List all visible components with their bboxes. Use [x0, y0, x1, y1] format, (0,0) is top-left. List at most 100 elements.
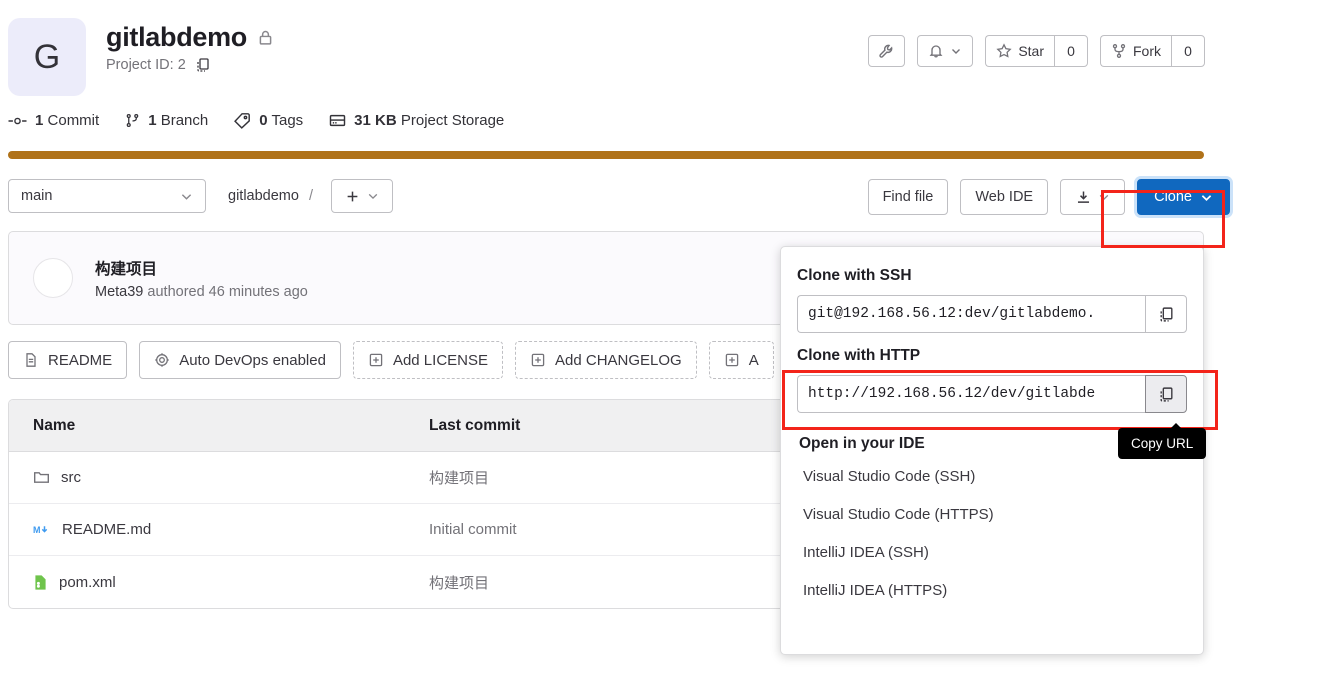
http-url-input[interactable]: http://192.168.56.12/dev/gitlabde — [797, 375, 1145, 413]
stat-storage[interactable]: 31 KB Project Storage — [329, 112, 504, 129]
ide-option-intellij-https[interactable]: IntelliJ IDEA (HTTPS) — [797, 571, 1187, 609]
file-name-cell[interactable]: M README.md — [9, 521, 429, 538]
file-name-cell[interactable]: src — [9, 469, 429, 486]
commit-authored-time: authored 46 minutes ago — [147, 283, 308, 300]
star-label: Star — [1018, 43, 1044, 59]
file-name: pom.xml — [59, 573, 116, 591]
copy-ssh-url-button[interactable] — [1145, 295, 1187, 333]
chevron-down-icon — [367, 190, 379, 202]
copy-url-tooltip: Copy URL — [1118, 423, 1207, 459]
lock-icon — [257, 29, 274, 46]
chevron-down-icon — [950, 45, 962, 57]
chip-auto-devops[interactable]: Auto DevOps enabled — [139, 341, 341, 379]
stat-branches-label: Branch — [160, 112, 209, 129]
repository-toolbar: main gitlabdemo / Find file Web IDE Clon… — [0, 159, 1337, 215]
file-icon — [23, 352, 39, 368]
commit-author[interactable]: Meta39 — [95, 284, 143, 300]
fork-count[interactable]: 0 — [1171, 35, 1205, 67]
chip-add-license[interactable]: Add LICENSE — [352, 341, 503, 379]
file-name-cell[interactable]: pom.xml — [9, 574, 429, 591]
project-avatar: G — [8, 18, 86, 96]
breadcrumb-separator: / — [308, 188, 313, 204]
stat-tags[interactable]: 0 Tags — [234, 112, 303, 129]
chip-readme[interactable]: README — [8, 341, 128, 379]
stat-storage-label: Project Storage — [400, 112, 505, 129]
page-title: gitlabdemo — [106, 22, 248, 52]
tag-icon — [234, 112, 251, 129]
ide-option-vscode-ssh[interactable]: Visual Studio Code (SSH) — [797, 457, 1187, 495]
gitlab-project-page: G gitlabdemo Project ID: 2 Star 0 Fork 0… — [0, 0, 1337, 692]
branch-icon — [125, 113, 140, 128]
wrench-icon — [878, 43, 895, 60]
chip-add-more[interactable]: A — [708, 341, 774, 379]
star-button-group: Star 0 — [985, 35, 1088, 67]
chip-add-changelog[interactable]: Add CHANGELOG — [515, 341, 697, 379]
star-button[interactable]: Star — [985, 35, 1054, 67]
xml-file-icon — [33, 574, 48, 591]
folder-icon — [33, 469, 50, 486]
avatar — [33, 258, 73, 298]
web-ide-button[interactable]: Web IDE — [960, 179, 1049, 215]
copy-icon[interactable] — [195, 57, 211, 73]
clone-button[interactable]: Clone — [1137, 179, 1230, 215]
last-commit-meta: Meta39 authored 46 minutes ago — [95, 284, 308, 300]
chip-label: Add LICENSE — [392, 351, 488, 369]
stat-tags-label: Tags — [271, 112, 304, 129]
stat-tags-value: 0 — [259, 112, 268, 129]
plus-box-icon — [368, 352, 384, 368]
copy-http-url-button[interactable] — [1145, 375, 1187, 413]
chevron-down-icon — [180, 190, 193, 203]
bell-icon — [928, 43, 944, 59]
fork-label: Fork — [1133, 43, 1161, 59]
file-name: README.md — [62, 521, 152, 538]
chevron-down-icon — [1098, 191, 1110, 203]
plus-icon — [345, 189, 360, 204]
web-ide-label: Web IDE — [975, 188, 1034, 205]
plus-box-icon — [724, 352, 740, 368]
clone-label: Clone — [1154, 189, 1192, 205]
download-button[interactable] — [1060, 179, 1126, 215]
commit-icon — [8, 114, 27, 128]
clone-ssh-heading: Clone with SSH — [797, 267, 912, 284]
chip-label: Auto DevOps enabled — [179, 351, 326, 369]
ide-option-intellij-ssh[interactable]: IntelliJ IDEA (SSH) — [797, 533, 1187, 571]
stat-branches[interactable]: 1 Branch — [125, 112, 208, 129]
project-id-label: Project ID: 2 — [106, 57, 186, 73]
fork-icon — [1111, 43, 1127, 59]
chip-label: Add CHANGELOG — [555, 351, 682, 369]
stat-commits-label: Commit — [47, 112, 100, 129]
ssh-url-row: git@192.168.56.12:dev/gitlabdemo. — [797, 295, 1187, 333]
project-meta: gitlabdemo Project ID: 2 — [106, 22, 274, 73]
find-file-label: Find file — [882, 188, 934, 205]
ssh-url-input[interactable]: git@192.168.56.12:dev/gitlabdemo. — [797, 295, 1145, 333]
branch-selector-value: main — [21, 188, 53, 204]
fork-button-group: Fork 0 — [1100, 35, 1205, 67]
ide-option-vscode-https[interactable]: Visual Studio Code (HTTPS) — [797, 495, 1187, 533]
storage-icon — [329, 112, 346, 129]
chip-label: README — [48, 351, 113, 369]
copy-icon — [1158, 386, 1175, 403]
file-name: src — [61, 469, 81, 486]
chevron-down-icon — [1200, 191, 1213, 204]
header-actions: Star 0 Fork 0 — [868, 35, 1205, 67]
stat-branches-value: 1 — [148, 112, 157, 129]
chip-label: A — [748, 351, 759, 369]
column-header-name: Name — [33, 416, 76, 434]
copy-icon — [1158, 306, 1175, 323]
markdown-icon: M — [33, 523, 51, 536]
add-to-repo-button[interactable] — [331, 179, 393, 213]
last-commit-title[interactable]: 构建项目 — [95, 257, 308, 279]
branch-selector[interactable]: main — [8, 179, 206, 213]
breadcrumb-project[interactable]: gitlabdemo — [228, 188, 299, 204]
notifications-button[interactable] — [917, 35, 974, 67]
project-stats: 1 Commit 1 Branch 0 Tags 31 KB Project S… — [0, 96, 1337, 129]
fork-button[interactable]: Fork — [1100, 35, 1171, 67]
svg-text:M: M — [33, 525, 41, 535]
stat-commits[interactable]: 1 Commit — [8, 112, 99, 129]
find-file-button[interactable]: Find file — [867, 179, 949, 215]
plus-box-icon — [530, 352, 546, 368]
star-count[interactable]: 0 — [1054, 35, 1088, 67]
stat-storage-value: 31 KB — [354, 112, 397, 129]
gear-icon — [154, 352, 170, 368]
project-settings-button[interactable] — [868, 35, 906, 67]
